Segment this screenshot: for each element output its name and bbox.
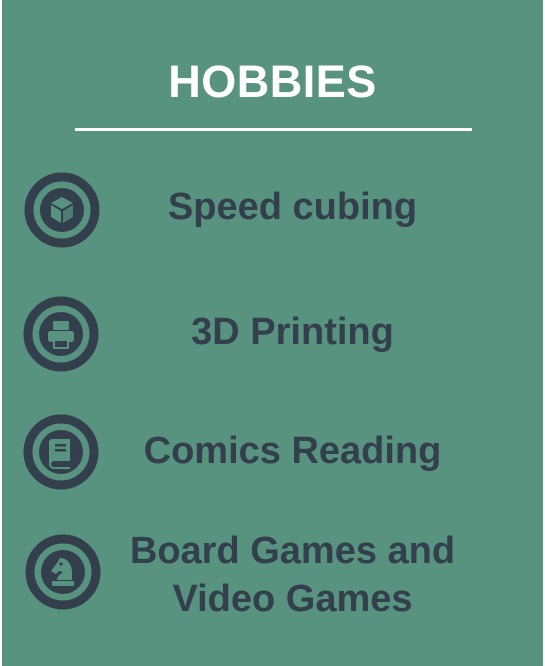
- chess-knight-icon: [25, 534, 101, 610]
- title-divider: [75, 128, 472, 131]
- hobby-label: Speed cubing: [167, 186, 418, 228]
- hobby-label: Comics Reading: [143, 430, 442, 472]
- hobby-label: 3D Printing: [191, 311, 394, 353]
- hobby-label-line-1: Board Games and: [129, 530, 456, 572]
- hobby-label-line-2: Video Games: [172, 578, 413, 620]
- printer-icon: [23, 296, 99, 372]
- cube-icon: [24, 172, 100, 248]
- book-icon: [23, 414, 99, 490]
- hobby-label: Board Games and Video Games: [110, 527, 475, 623]
- page-title: HOBBIES: [168, 56, 377, 107]
